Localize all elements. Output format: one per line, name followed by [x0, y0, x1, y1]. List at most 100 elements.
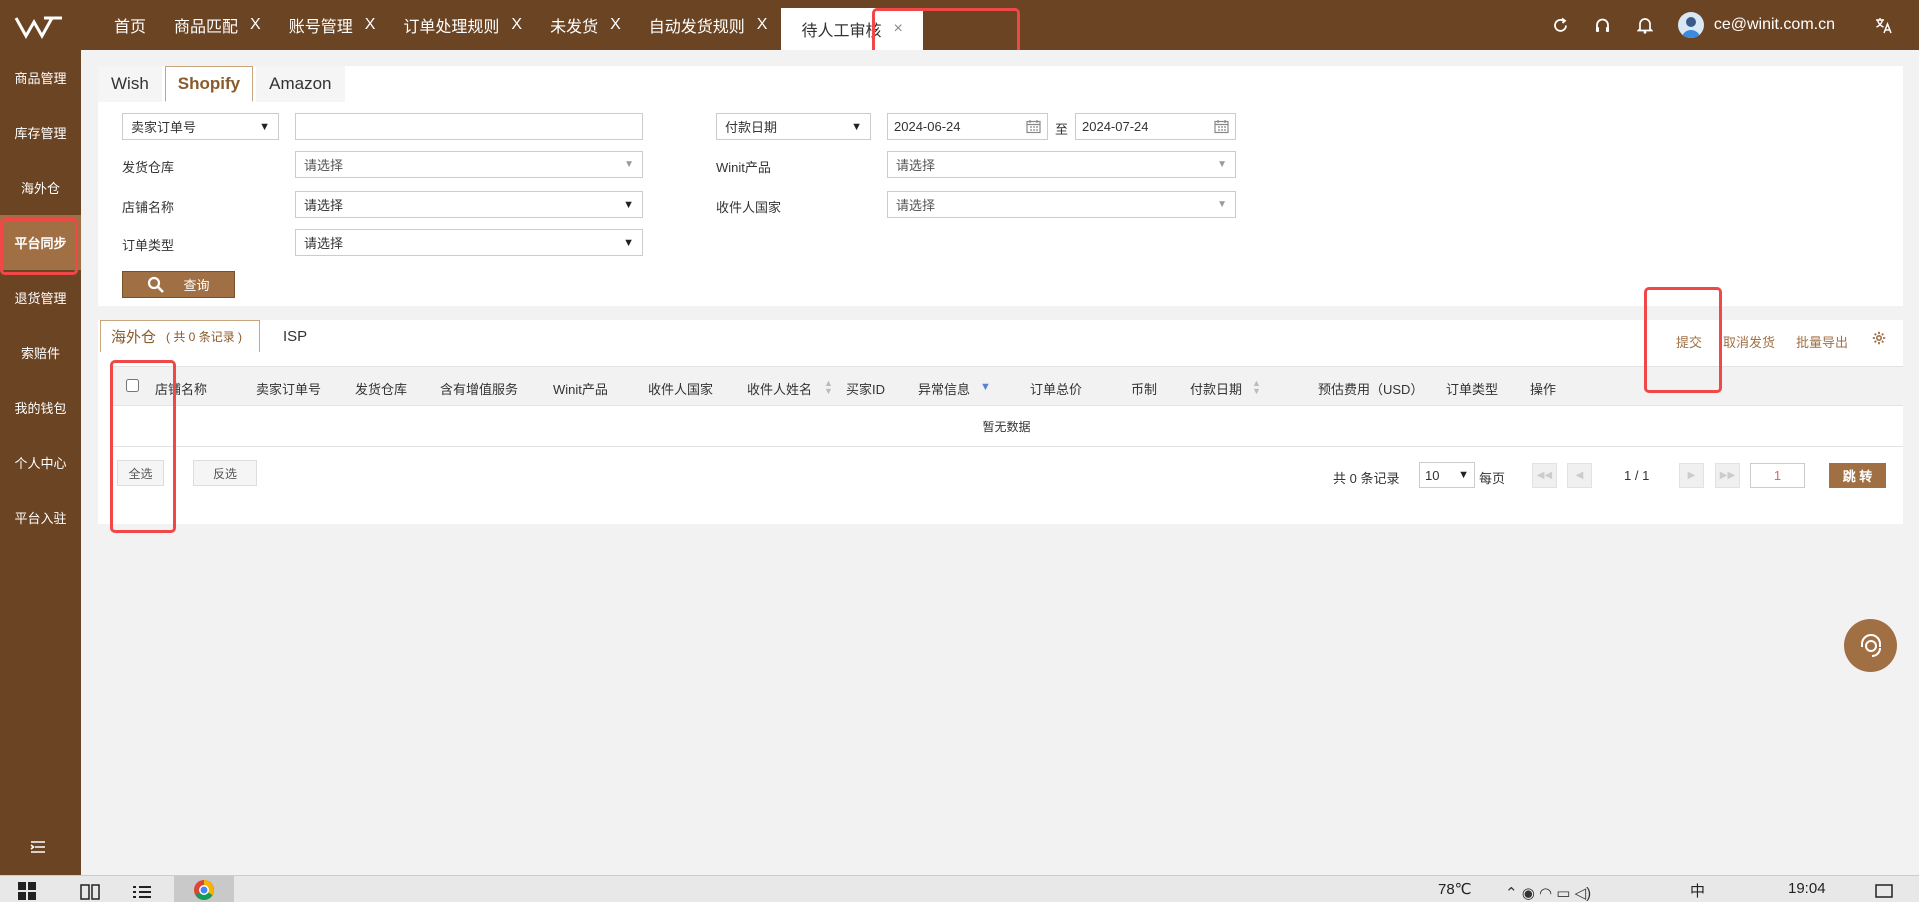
notification-icon[interactable] [1875, 884, 1893, 902]
first-page-button[interactable]: ◀◀ [1532, 463, 1557, 488]
date-type-select[interactable]: 付款日期 ▼ [716, 113, 871, 140]
sidebar-item-label: 个人中心 [14, 456, 67, 471]
tab-label: Wish [111, 74, 149, 93]
query-label: 查询 [183, 278, 210, 293]
order-kind-select[interactable]: 请选择 ▼ [295, 229, 643, 256]
tab-label: Shopify [177, 74, 241, 93]
tab-overseas-warehouse[interactable]: 海外仓 ( 共 0 条记录 ) [100, 320, 260, 352]
page-size-select[interactable]: 10 ▼ [1419, 462, 1475, 488]
sidebar-item-platform-sync[interactable]: 平台同步 [0, 215, 81, 270]
windows-start-icon[interactable] [18, 882, 36, 902]
bell-icon[interactable] [1624, 17, 1666, 34]
close-icon[interactable]: X [511, 16, 522, 34]
clock[interactable]: 19:04 [1788, 880, 1826, 897]
query-button[interactable]: 查询 [122, 271, 235, 298]
sort-icon[interactable]: ▲ ▼ [1252, 379, 1261, 396]
user-email[interactable]: ce@winit.com.cn [1714, 16, 1835, 34]
sidebar-item-label: 平台入驻 [14, 511, 67, 526]
sidebar-item-returns[interactable]: 退货管理 [0, 270, 81, 325]
tab-home[interactable]: 首页 [100, 0, 160, 50]
sort-icon[interactable]: ▲ ▼ [824, 379, 833, 396]
sidebar-item-claims[interactable]: 索赔件 [0, 325, 81, 380]
invert-selection-button[interactable]: 反选 [193, 460, 257, 486]
cancel-shipment-button[interactable]: 取消发货 [1723, 332, 1775, 351]
date-from-input[interactable]: 2024-06-24 [887, 113, 1048, 140]
submit-button[interactable]: 提交 [1676, 332, 1702, 351]
page-jump-input[interactable]: 1 [1750, 463, 1805, 488]
calendar-icon[interactable] [1214, 119, 1229, 134]
date-to-input[interactable]: 2024-07-24 [1075, 113, 1236, 140]
customer-service-button[interactable] [1844, 619, 1897, 672]
next-page-button[interactable]: ▶ [1679, 463, 1704, 488]
col-warehouse: 发货仓库 [355, 382, 408, 397]
tab-amazon[interactable]: Amazon [256, 66, 345, 102]
total-records: 共 0 条记录 [1333, 471, 1400, 486]
close-icon[interactable]: × [893, 20, 902, 38]
tab-account[interactable]: 账号管理 X [275, 0, 390, 50]
tab-label: 首页 [114, 19, 147, 36]
winit-logo[interactable] [14, 12, 64, 40]
jump-button[interactable]: 跳 转 [1829, 463, 1886, 488]
sidebar-item-wallet[interactable]: 我的钱包 [0, 380, 81, 435]
select-value: 请选择 [304, 158, 344, 173]
winit-product-select[interactable]: 请选择 ▼ [887, 151, 1236, 178]
chevron-down-icon: ▼ [623, 198, 634, 211]
avatar[interactable] [1677, 12, 1704, 38]
refresh-icon[interactable] [1540, 17, 1582, 34]
shop-select[interactable]: 请选择 ▼ [295, 191, 643, 218]
tab-label: ISP [283, 327, 308, 345]
list-icon[interactable] [132, 884, 152, 902]
tab-wish[interactable]: Wish [98, 66, 162, 102]
sidebar-item-onboarding[interactable]: 平台入驻 [0, 490, 81, 545]
tab-shopify[interactable]: Shopify [164, 66, 254, 102]
col-winit-product: Winit产品 [553, 382, 608, 397]
country-select[interactable]: 请选择 ▼ [887, 191, 1236, 218]
close-icon[interactable]: X [610, 16, 621, 34]
sidebar-item-inventory[interactable]: 库存管理 [0, 105, 81, 160]
ime-indicator[interactable]: 中 [1690, 880, 1705, 901]
col-seller-order-no: 卖家订单号 [256, 382, 322, 397]
translate-icon[interactable] [1863, 17, 1905, 34]
sidebar-item-profile[interactable]: 个人中心 [0, 435, 81, 490]
page-indicator: 1 / 1 [1624, 468, 1650, 483]
order-no-type-select[interactable]: 卖家订单号 ▼ [122, 113, 279, 140]
order-no-input[interactable] [295, 113, 643, 140]
chrome-icon[interactable] [174, 876, 234, 902]
tab-auto-ship-rules[interactable]: 自动发货规则 X [635, 0, 782, 50]
sidebar-item-label: 退货管理 [14, 291, 67, 306]
close-icon[interactable]: X [757, 16, 768, 34]
headset-icon[interactable] [1582, 17, 1624, 34]
tab-product-match[interactable]: 商品匹配 X [160, 0, 275, 50]
tray-icons[interactable]: ⌃ ◉ ◠ ▭ ◁) [1505, 884, 1591, 902]
select-value: 请选择 [896, 158, 936, 173]
select-all-button[interactable]: 全选 [117, 460, 164, 486]
sidebar-item-products[interactable]: 商品管理 [0, 50, 81, 105]
menu-collapse-icon[interactable] [30, 840, 46, 859]
batch-export-button[interactable]: 批量导出 [1796, 332, 1848, 351]
col-shop: 店铺名称 [155, 382, 208, 397]
col-actions: 操作 [1530, 382, 1557, 397]
country-label: 收件人国家 [716, 200, 782, 215]
tab-pending-review[interactable]: 待人工审核 × [781, 8, 923, 50]
close-icon[interactable]: X [365, 16, 376, 34]
prev-page-button[interactable]: ◀ [1567, 463, 1592, 488]
winit-product-label: Winit产品 [716, 160, 771, 175]
tab-order-rules[interactable]: 订单处理规则 X [389, 0, 536, 50]
gear-icon[interactable] [1872, 331, 1886, 348]
select-all-checkbox[interactable] [126, 379, 139, 392]
tab-isp[interactable]: ISP [273, 320, 317, 352]
col-exception: 异常信息 [918, 382, 971, 397]
tab-unshipped[interactable]: 未发货 X [536, 0, 635, 50]
sort-desc-icon[interactable]: ▼ [980, 382, 991, 393]
close-icon[interactable]: X [250, 16, 261, 34]
last-page-button[interactable]: ▶▶ [1715, 463, 1740, 488]
col-pay-date: 付款日期 [1190, 382, 1243, 397]
date-separator: 至 [1055, 122, 1069, 137]
task-view-icon[interactable] [80, 884, 100, 902]
caret-down-icon: ▼ [1217, 199, 1227, 210]
select-value: 10 [1425, 467, 1440, 483]
calendar-icon[interactable] [1026, 119, 1041, 134]
warehouse-select[interactable]: 请选择 ▼ [295, 151, 643, 178]
sidebar-item-overseas[interactable]: 海外仓 [0, 160, 81, 215]
search-icon [148, 276, 165, 293]
